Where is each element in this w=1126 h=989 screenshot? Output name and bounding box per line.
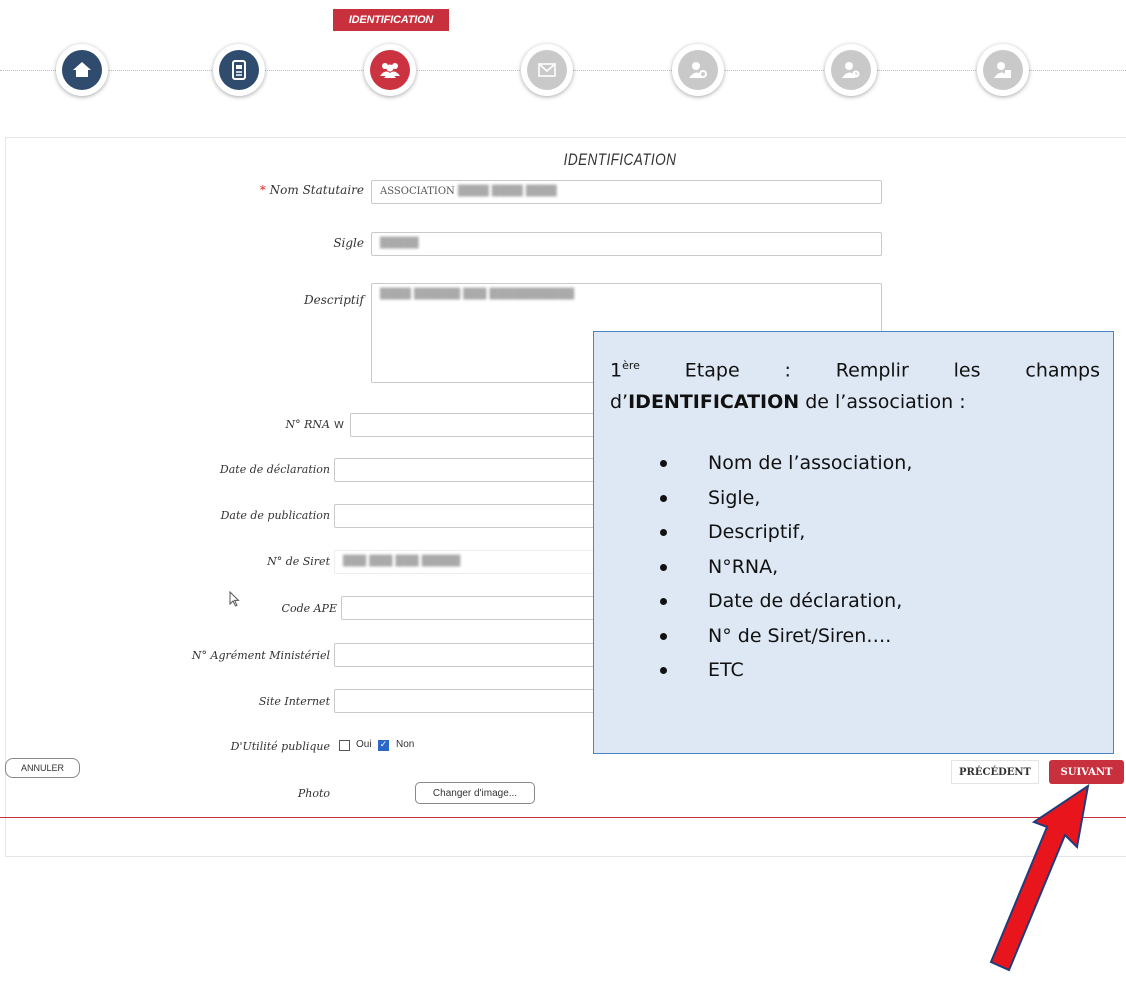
list-item: N° de Siret/Siren…. (654, 619, 912, 654)
cancel-button[interactable]: ANNULER (5, 758, 80, 778)
rna-label: N° RNA (285, 418, 330, 431)
code-ape-input[interactable] (341, 596, 610, 620)
nom-statutaire-input[interactable]: ASSOCIATION ████ ████ ████ (371, 180, 882, 204)
utilite-non-checkbox[interactable]: ✓ (378, 740, 389, 751)
group-icon (380, 63, 400, 78)
utilite-oui-checkbox[interactable] (339, 740, 350, 751)
sigle-input[interactable]: █████ (371, 232, 882, 256)
callout-intro: 1ère Etape : Remplir les champs d’IDENTI… (610, 359, 1100, 414)
agrement-label: N° Agrément Ministériel (191, 649, 330, 662)
date-publication-label: Date de publication (220, 509, 330, 522)
date-declaration-input[interactable] (334, 458, 610, 482)
step-identification[interactable] (364, 44, 416, 96)
user-document-icon (994, 62, 1011, 78)
step-document[interactable] (213, 44, 265, 96)
user-clock-icon (842, 62, 860, 78)
rna-prefix: W (334, 420, 344, 431)
step-contact[interactable] (521, 44, 573, 96)
list-item: Date de déclaration, (654, 584, 912, 619)
active-step-label: IDENTIFICATION (333, 9, 449, 31)
utilite-non-label: Non (396, 739, 415, 750)
photo-label: Photo (297, 787, 330, 800)
form-title: IDENTIFICATION (563, 150, 677, 169)
callout-list: Nom de l’association, Sigle, Descriptif,… (654, 446, 912, 688)
list-item: N°RNA, (654, 550, 912, 585)
change-image-button[interactable]: Changer d'image... (415, 782, 535, 804)
descriptif-label: Descriptif (304, 293, 364, 307)
list-item: Nom de l’association, (654, 446, 912, 481)
sigle-label: Sigle (333, 236, 364, 250)
siret-label: N° de Siret (267, 555, 330, 568)
step-user-documents[interactable] (977, 44, 1029, 96)
list-item: Descriptif, (654, 515, 912, 550)
site-internet-label: Site Internet (258, 695, 330, 708)
redacted-value: ████ ████ ████ (457, 186, 557, 197)
list-item: Sigle, (654, 481, 912, 516)
utilite-publique-label: D'Utilité publique (230, 740, 330, 753)
rna-input[interactable] (350, 413, 610, 437)
siret-input[interactable]: ███ ███ ███ █████ (334, 550, 610, 574)
step-user-history[interactable] (825, 44, 877, 96)
date-declaration-label: Date de déclaration (219, 463, 330, 476)
mail-icon (538, 63, 556, 77)
check-icon: ✓ (379, 740, 388, 750)
utilite-oui-label: Oui (356, 739, 372, 750)
nom-statutaire-label: * Nom Statutaire (259, 183, 364, 197)
list-item: ETC (654, 653, 912, 688)
step-home[interactable] (56, 44, 108, 96)
instruction-callout: 1ère Etape : Remplir les champs d’IDENTI… (593, 331, 1114, 754)
redacted-value: █████ (380, 238, 419, 249)
agrement-input[interactable] (334, 643, 610, 667)
redacted-value: ███ ███ ███ █████ (343, 556, 461, 567)
document-icon (232, 60, 246, 80)
date-publication-input[interactable] (334, 504, 610, 528)
home-icon (73, 62, 91, 77)
code-ape-label: Code APE (281, 602, 337, 615)
redacted-value: ████ ██████ ███ ███████████ (380, 289, 575, 300)
step-user-settings[interactable] (672, 44, 724, 96)
annotation-arrow-icon (989, 783, 1090, 972)
site-internet-input[interactable] (334, 689, 610, 713)
user-settings-icon (689, 62, 707, 78)
footer-divider (0, 817, 1126, 818)
